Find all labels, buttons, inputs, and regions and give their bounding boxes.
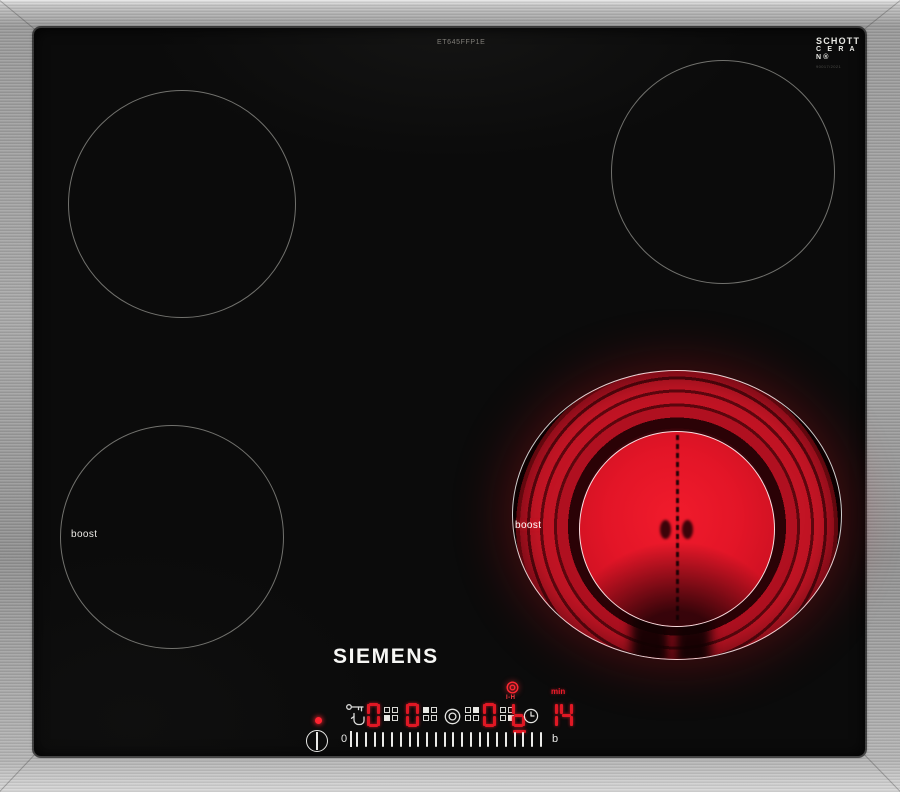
model-number: ET645FFP1E bbox=[437, 39, 485, 46]
boost-label-front-right: boost bbox=[515, 520, 541, 531]
power-button[interactable] bbox=[306, 730, 328, 752]
glass-brand-line2: C E R A N® bbox=[816, 46, 865, 62]
glass-brand-line3: 90017/2021 bbox=[816, 65, 865, 70]
ceramic-glass-surface: ET645FFP1E SCHOTT C E R A N® 90017/2021 … bbox=[34, 28, 865, 756]
touch-control-panel: I-H min 0 b bbox=[270, 680, 590, 762]
glass-brand-mark: SCHOTT C E R A N® 90017/2021 bbox=[816, 36, 865, 70]
siemens-logo: SIEMENS bbox=[333, 645, 439, 669]
zone-display-rear-left[interactable] bbox=[405, 703, 420, 727]
cooking-zone-front-right-active bbox=[512, 370, 842, 660]
dual-zone-button-icon[interactable] bbox=[444, 708, 461, 725]
dual-zone-indicator-label: I-H bbox=[506, 695, 516, 701]
zone-display-front-left[interactable] bbox=[366, 703, 381, 727]
zone-display-rear-right[interactable] bbox=[482, 703, 497, 727]
slider-start-tick bbox=[350, 731, 352, 747]
glass-brand-line1: SCHOTT bbox=[816, 36, 865, 46]
frame-corner-seam bbox=[865, 0, 900, 29]
zone-select-icon-rear-left[interactable] bbox=[423, 707, 437, 721]
timer-clock-icon[interactable] bbox=[523, 708, 539, 724]
cooking-zone-rear-left bbox=[68, 90, 296, 318]
heater-inner-shade bbox=[580, 432, 774, 626]
boost-label-front-left: boost bbox=[71, 529, 97, 540]
power-slider-ticks[interactable] bbox=[356, 731, 542, 747]
slider-start-label: 0 bbox=[341, 733, 347, 745]
slider-end-label: b bbox=[552, 733, 558, 745]
zone-select-icon-rear-right[interactable] bbox=[465, 707, 479, 721]
zone-select-icon-front-left[interactable] bbox=[384, 707, 398, 721]
cooking-zone-rear-right bbox=[611, 60, 835, 284]
frame-corner-seam bbox=[864, 755, 900, 792]
dual-zone-active-indicator-icon bbox=[506, 681, 519, 694]
cooktop-product-image: ET645FFP1E SCHOTT C E R A N® 90017/2021 … bbox=[0, 0, 900, 792]
key-lock-icon[interactable] bbox=[345, 702, 367, 730]
timer-unit-label: min bbox=[551, 687, 565, 696]
heater-inner-circle bbox=[579, 431, 775, 627]
frame-corner-seam bbox=[0, 755, 34, 792]
timer-display[interactable] bbox=[544, 703, 574, 727]
power-indicator-led bbox=[315, 717, 322, 724]
frame-corner-seam bbox=[0, 0, 35, 29]
